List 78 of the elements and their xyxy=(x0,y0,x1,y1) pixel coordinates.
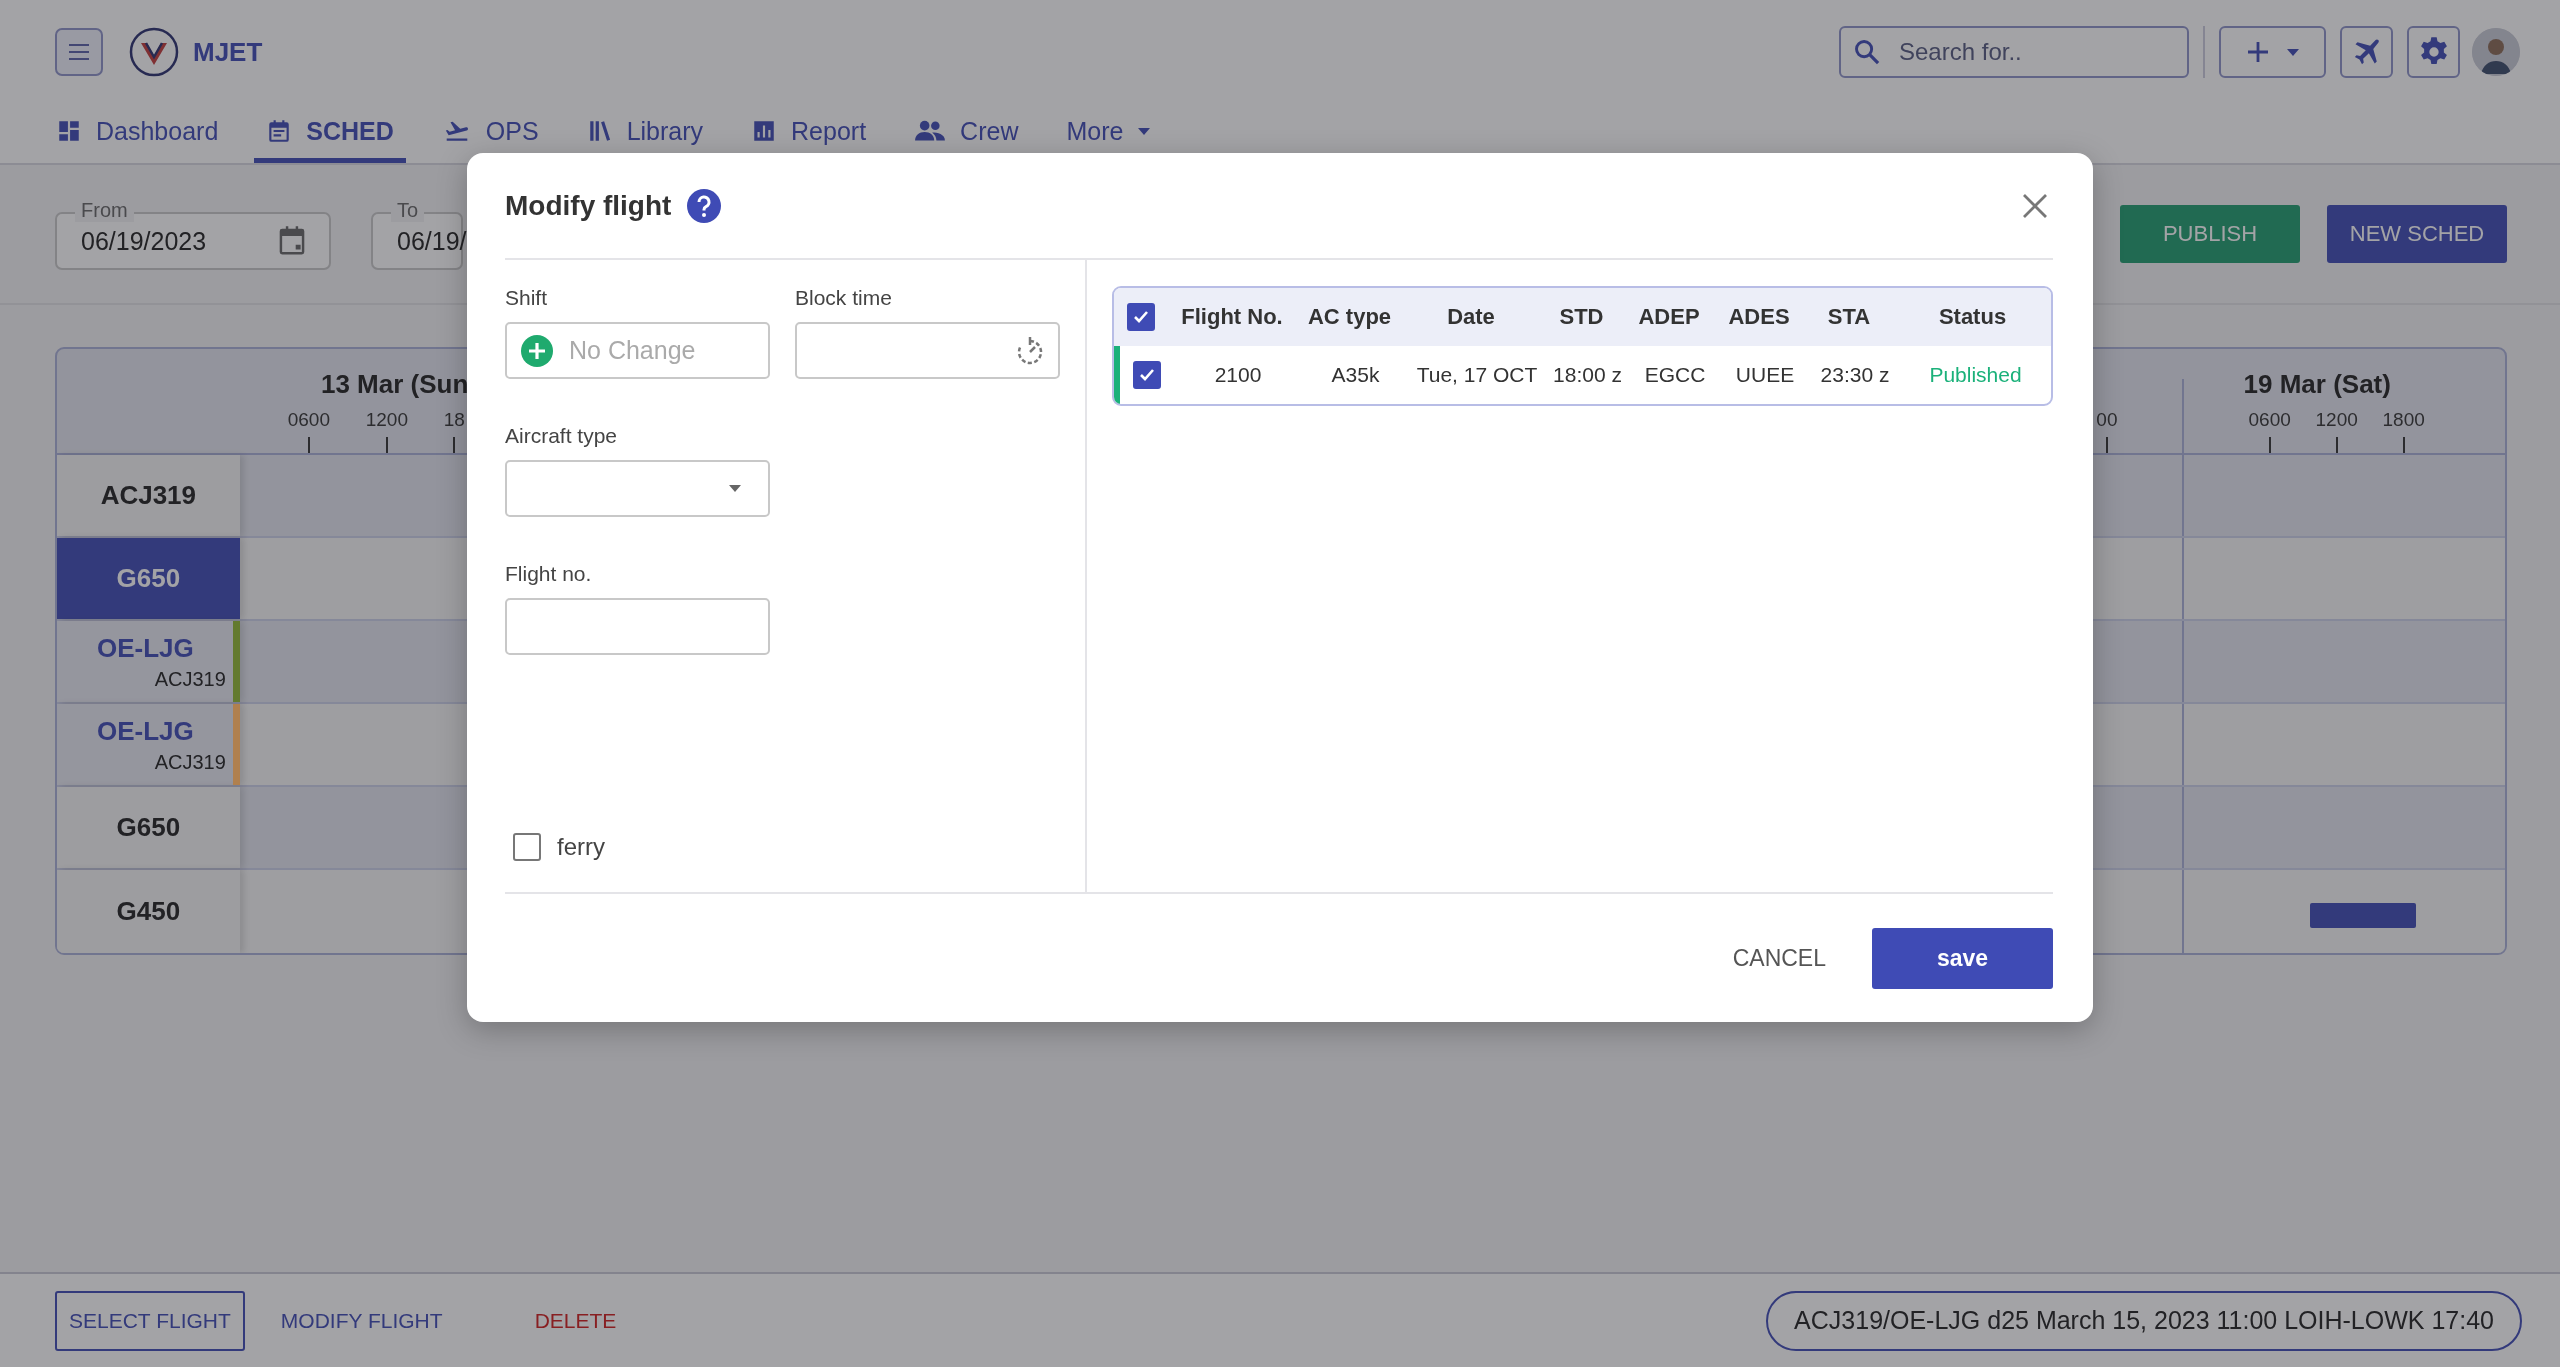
nav-tab[interactable]: Report xyxy=(739,104,879,163)
nav-tab[interactable]: Library xyxy=(574,104,716,163)
tick-label: 1200 xyxy=(2315,409,2358,431)
checkbox-label: ferry xyxy=(557,833,605,861)
app-name: MJET xyxy=(193,36,263,68)
help-icon[interactable] xyxy=(687,188,722,223)
column-header: AC type xyxy=(1306,304,1393,330)
plus-icon xyxy=(521,334,553,367)
flight-button[interactable] xyxy=(2340,26,2393,78)
search-icon xyxy=(1853,38,1881,66)
tick-label: 00 xyxy=(2096,409,2118,431)
dialog-title: Modify flight xyxy=(505,189,672,222)
day-label: 13 Mar (Sun xyxy=(320,369,469,400)
table-cell-text: 2100 xyxy=(1213,363,1263,387)
table-cell-text: Tue, 17 OCT xyxy=(1415,363,1539,387)
tick-label: 18 xyxy=(443,409,465,431)
new-schedule-button[interactable]: NEW SCHED xyxy=(2327,205,2507,263)
caret-icon xyxy=(2285,47,2300,57)
nav-tab[interactable]: Crew xyxy=(902,104,1031,163)
field-label: Flight no. xyxy=(505,562,593,586)
save-button[interactable]: save xyxy=(1872,927,2053,989)
table-cell-text: 23:30 z xyxy=(1819,363,1891,387)
table-cell-text: EGCC xyxy=(1643,363,1707,387)
column-header: ADES xyxy=(1727,304,1791,330)
ferry-checkbox[interactable] xyxy=(513,833,541,861)
column-header: Status xyxy=(1937,304,2008,330)
nav-tab[interactable]: SCHED xyxy=(254,104,406,163)
select-flight-button[interactable]: SELECT FLIGHT xyxy=(55,1290,245,1351)
menu-button[interactable] xyxy=(55,28,103,76)
shift-field[interactable]: No Change xyxy=(505,322,770,379)
caret-icon xyxy=(1137,126,1152,136)
flight-summary: ACJ319/OE-LJG d25 March 15, 2023 11:00 LOIH-LOWK 17:40 xyxy=(1766,1290,2522,1351)
tick-label: 1800 xyxy=(2382,409,2425,431)
nav-tab[interactable]: Dashboard xyxy=(44,104,231,163)
menu-icon xyxy=(67,43,91,61)
plus-icon xyxy=(2245,40,2270,64)
block-time-field[interactable] xyxy=(795,322,1060,379)
table-cell-text: UUEE xyxy=(1734,363,1796,387)
table-row[interactable]: 2100 A35k Tue, 17 OCT 18:00 z EGCC UUEE 23:30 z Published xyxy=(1114,346,2051,404)
dashboard-icon xyxy=(56,118,82,144)
add-button[interactable] xyxy=(2219,26,2326,78)
table-cell-text: 18:00 z xyxy=(1552,363,1623,387)
modify-flight-button[interactable]: MODIFY FLIGHT xyxy=(268,1290,455,1351)
tick-label: 1200 xyxy=(365,409,408,431)
aircraft-type-label[interactable]: ACJ319 xyxy=(57,455,240,536)
aircraft-type-label[interactable]: G650 xyxy=(57,787,240,868)
column-header: STA xyxy=(1826,304,1872,330)
table-cell-text: A35k xyxy=(1330,363,1381,387)
aircraft-type-label[interactable]: G650 xyxy=(57,538,240,619)
timer-icon xyxy=(1016,335,1044,366)
aircraft-type-label[interactable]: G450 xyxy=(57,870,240,953)
field-label: Block time xyxy=(795,286,893,310)
people-icon xyxy=(914,118,947,144)
field-label: Aircraft type xyxy=(505,424,619,448)
row-checkbox[interactable] xyxy=(1133,361,1161,389)
tick-label: 0600 xyxy=(2248,409,2291,431)
column-header: STD xyxy=(1558,304,1605,330)
settings-button[interactable] xyxy=(2407,26,2460,78)
tick-label: 0600 xyxy=(287,409,330,431)
aircraft-row-label[interactable]: OE-LJG ACJ319 xyxy=(57,621,240,702)
table-cell-text: Published xyxy=(1928,363,2023,387)
column-header: Date xyxy=(1446,304,1496,330)
search-field[interactable]: Search for.. xyxy=(1839,26,2189,78)
day-label: 19 Mar (Sat) xyxy=(2243,369,2391,400)
column-header: Flight No. xyxy=(1180,304,1284,330)
nav-tab[interactable]: OPS xyxy=(429,104,551,163)
caret-icon xyxy=(728,484,742,493)
cancel-button[interactable]: CANCEL xyxy=(1726,927,1832,989)
logo-icon xyxy=(129,27,179,77)
select-all-checkbox[interactable] xyxy=(1127,303,1155,331)
publish-button[interactable]: PUBLISH xyxy=(2120,205,2300,263)
flight-number-field[interactable] xyxy=(505,598,770,655)
column-header: ADEP xyxy=(1637,304,1701,330)
delete-button[interactable]: DELETE xyxy=(522,1290,629,1351)
nav-tab[interactable]: More xyxy=(1054,104,1164,163)
calendar-icon xyxy=(277,225,307,257)
aircraft-row-label[interactable]: OE-LJG ACJ319 xyxy=(57,704,240,785)
field-label: Shift xyxy=(505,286,549,310)
